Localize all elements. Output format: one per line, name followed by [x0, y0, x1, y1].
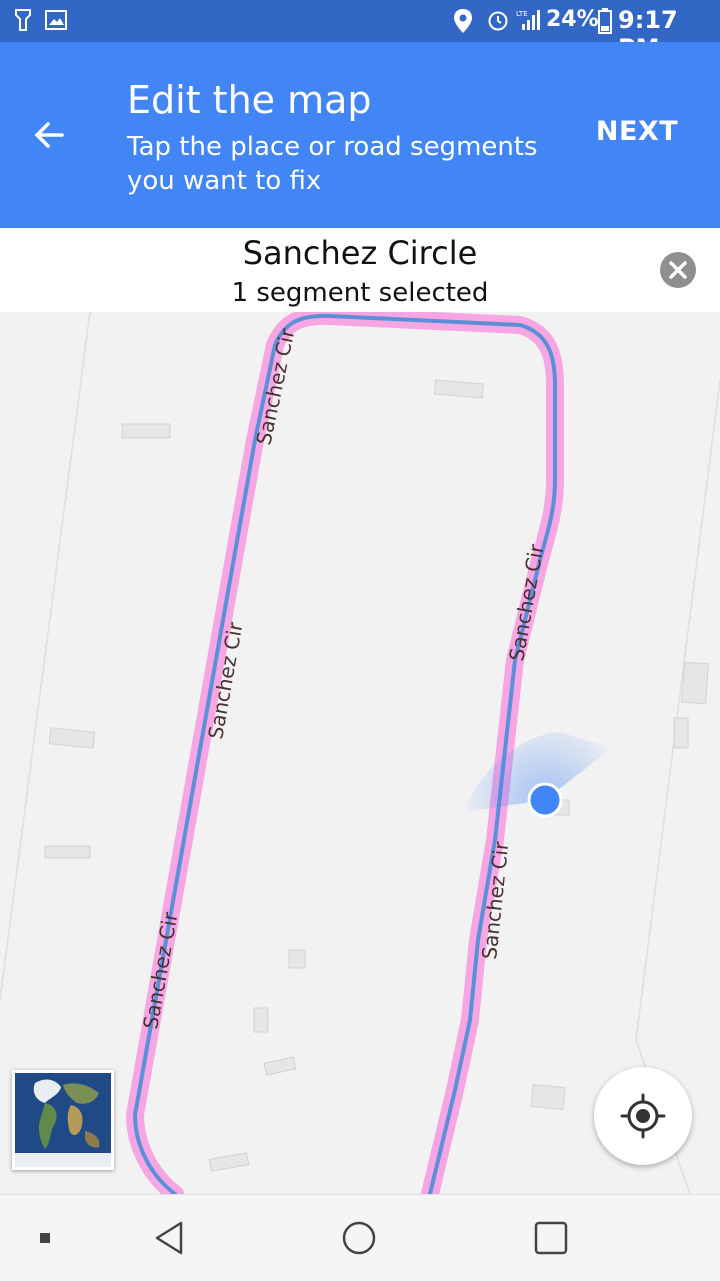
- road-label: Sanchez Cir: [477, 840, 513, 961]
- road-label: Sanchez Cir: [138, 910, 182, 1031]
- map-canvas[interactable]: Sanchez Cir Sanchez Cir Sanchez Cir Sanc…: [0, 312, 720, 1194]
- next-button[interactable]: NEXT: [584, 116, 690, 156]
- property-line: [0, 312, 91, 1001]
- satellite-layer-button[interactable]: [12, 1070, 114, 1170]
- app-bar: Edit the map Tap the place or road segme…: [0, 42, 720, 228]
- my-location-button[interactable]: [594, 1067, 692, 1165]
- triangle-back-icon: [155, 1221, 183, 1255]
- road-label: Sanchez Cir: [504, 542, 548, 663]
- clear-selection-button[interactable]: [660, 252, 696, 288]
- page-subtitle: Tap the place or road segments you want …: [127, 132, 538, 196]
- back-arrow-icon: [34, 122, 64, 148]
- square-dot-icon: [40, 1233, 50, 1243]
- battery-level: 24%: [546, 7, 599, 32]
- svg-text:LTE: LTE: [516, 10, 528, 18]
- square-overview-icon: [534, 1221, 568, 1255]
- close-icon: [669, 261, 687, 279]
- segment-count: 1 segment selected: [231, 278, 489, 308]
- flashlight-icon: [14, 8, 32, 36]
- location-icon: [452, 8, 474, 38]
- lte-signal-icon: LTE: [516, 8, 542, 36]
- circle-home-icon: [342, 1221, 376, 1255]
- road-centerline: [133, 313, 557, 1194]
- crosshair-icon: [620, 1093, 666, 1139]
- back-arrow-button[interactable]: [24, 110, 74, 160]
- current-location-dot: [527, 782, 563, 818]
- nav-back-button[interactable]: [145, 1215, 195, 1261]
- recent-dot-button[interactable]: [20, 1215, 70, 1261]
- page-title: Edit the map: [127, 78, 372, 122]
- property-line: [635, 379, 720, 1041]
- road-name: Sanchez Circle: [242, 234, 478, 272]
- image-icon: [44, 8, 68, 36]
- status-bar: LTE 24% 9:17 PM: [0, 0, 720, 62]
- battery-icon: [598, 8, 612, 38]
- selection-info-panel: Sanchez Circle 1 segment selected: [0, 228, 720, 312]
- globe-thumbnail-icon: [15, 1073, 111, 1167]
- nav-home-button[interactable]: [334, 1215, 384, 1261]
- system-nav-bar: [0, 1194, 720, 1281]
- map-drawing: Sanchez Cir Sanchez Cir Sanchez Cir Sanc…: [0, 312, 720, 1194]
- alarm-icon: [486, 8, 510, 36]
- nav-overview-button[interactable]: [526, 1215, 576, 1261]
